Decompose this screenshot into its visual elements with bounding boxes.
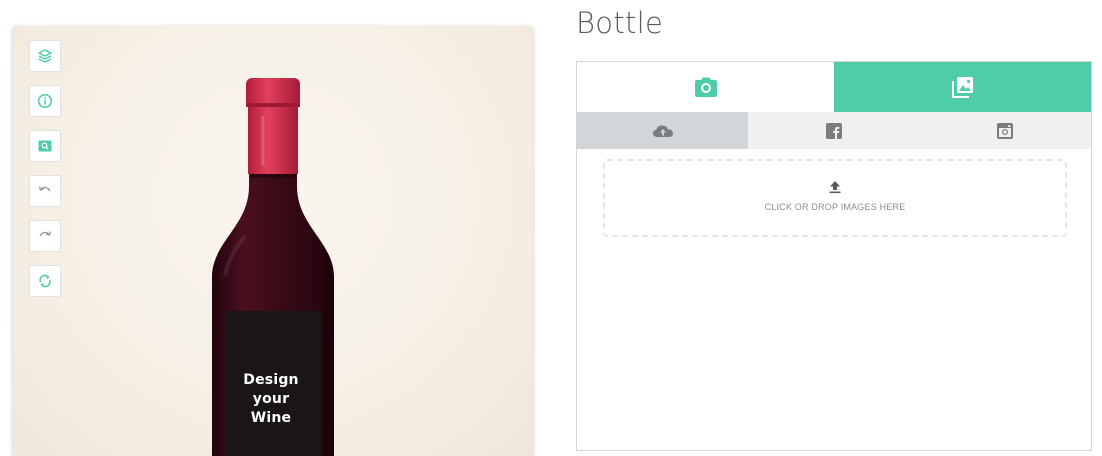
design-canvas[interactable]: Design your Wine [13, 26, 533, 456]
tab-images[interactable] [834, 62, 1091, 112]
facebook-icon [825, 122, 842, 139]
refresh-button[interactable] [29, 265, 61, 297]
zoom-icon [38, 140, 52, 152]
source-tabs [577, 112, 1091, 149]
image-dropzone[interactable]: CLICK OR DROP IMAGES HERE [603, 159, 1067, 237]
undo-icon [38, 186, 51, 192]
upload-icon [829, 181, 841, 194]
main-tabs [577, 62, 1091, 112]
zoom-button[interactable] [29, 130, 61, 162]
refresh-icon [39, 274, 51, 288]
redo-icon [39, 231, 52, 237]
image-panel: CLICK OR DROP IMAGES HERE [576, 61, 1092, 451]
images-icon [951, 77, 973, 98]
tab-facebook[interactable] [748, 112, 919, 149]
dropzone-text: CLICK OR DROP IMAGES HERE [764, 202, 906, 212]
bottle-label-text: Design your Wine [231, 371, 311, 428]
tab-upload[interactable] [577, 112, 749, 149]
camera-icon [694, 77, 717, 97]
label-line-2: your [252, 391, 290, 407]
info-icon [37, 93, 53, 109]
info-button[interactable] [29, 85, 61, 117]
undo-button[interactable] [29, 175, 61, 207]
redo-button[interactable] [29, 220, 61, 252]
tab-instagram[interactable] [920, 112, 1091, 149]
panel-title: Bottle [576, 6, 664, 40]
cloud-upload-icon [652, 125, 673, 137]
label-line-3: Wine [250, 410, 292, 426]
canvas-toolbar [29, 40, 63, 310]
layers-button[interactable] [29, 40, 61, 72]
tab-camera[interactable] [577, 62, 834, 112]
layers-icon [38, 49, 52, 63]
instagram-icon [997, 122, 1014, 139]
label-line-1: Design [243, 372, 299, 388]
